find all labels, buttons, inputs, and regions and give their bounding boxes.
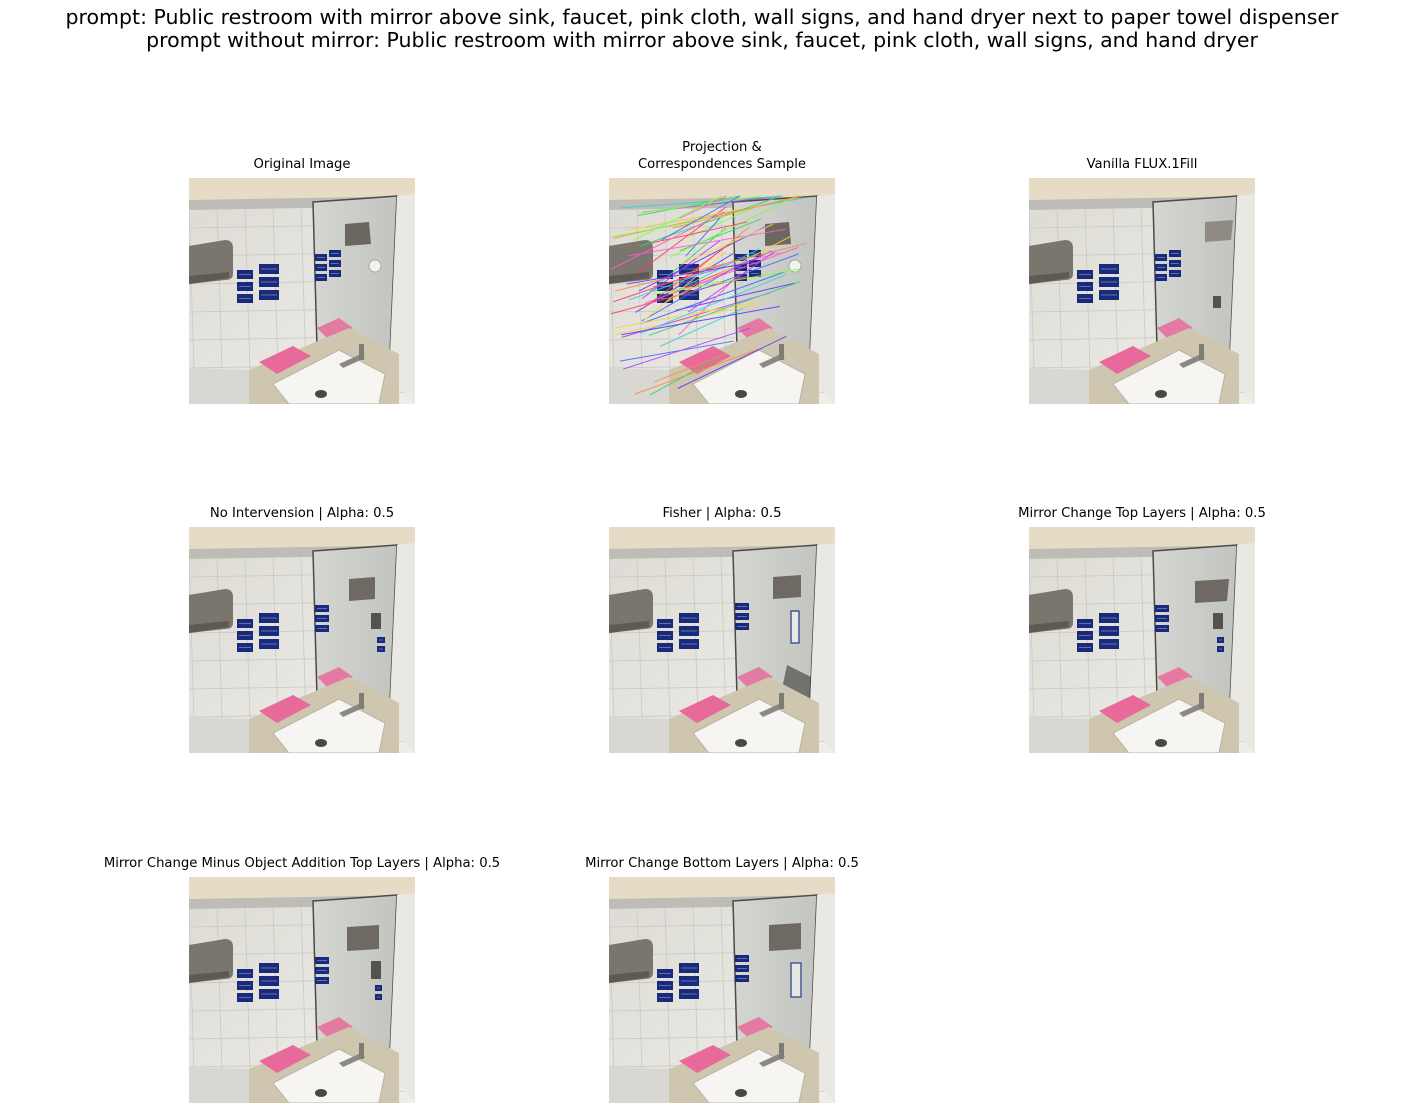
- dispenser-icon: [349, 577, 375, 601]
- drain-icon: [1155, 390, 1167, 398]
- cabinet: [189, 1067, 249, 1103]
- drain-icon: [315, 1089, 327, 1097]
- prompt-without-mirror-line: prompt without mirror: Public restroom w…: [146, 28, 1258, 52]
- dispenser-icon: [1205, 220, 1233, 242]
- restroom-photo: [189, 178, 415, 404]
- drain-icon: [735, 739, 747, 747]
- cabinet: [1029, 717, 1089, 753]
- drain-icon: [1155, 739, 1167, 747]
- cabinet: [189, 368, 249, 404]
- dispenser-icon: [773, 575, 801, 599]
- panel-title: Mirror Change Top Layers | Alpha: 0.5: [829, 505, 1404, 522]
- panel-title-line: Vanilla FLUX.1Fill: [1086, 157, 1198, 172]
- drain-icon: [735, 390, 747, 398]
- dispenser-icon: [769, 923, 801, 951]
- dispenser-icon: [1195, 579, 1229, 603]
- drain-icon: [315, 739, 327, 747]
- cabinet: [189, 717, 249, 753]
- restroom-photo: [189, 527, 415, 753]
- restroom-photo: [1029, 178, 1255, 404]
- restroom-photo: [1029, 527, 1255, 753]
- figure-title: prompt: Public restroom with mirror abov…: [0, 6, 1404, 52]
- toilet-roll-icon: [368, 259, 382, 273]
- restroom-photo: [609, 178, 835, 404]
- restroom-photo: [609, 527, 835, 753]
- panel-title-line: Projection &: [682, 140, 762, 155]
- restroom-photo: [189, 877, 415, 1103]
- dispenser-icon: [345, 222, 371, 246]
- restroom-photo: [609, 877, 835, 1103]
- cabinet: [609, 1067, 669, 1103]
- panel-title: Vanilla FLUX.1Fill: [829, 156, 1404, 173]
- drain-icon: [735, 1089, 747, 1097]
- cabinet: [1029, 368, 1089, 404]
- panel-title: Mirror Change Bottom Layers | Alpha: 0.5: [409, 855, 1035, 872]
- drain-icon: [315, 390, 327, 398]
- panel-title-line: Mirror Change Top Layers | Alpha: 0.5: [1018, 506, 1266, 521]
- prompt-line: prompt: Public restroom with mirror abov…: [65, 5, 1339, 29]
- dispenser-icon: [347, 925, 379, 951]
- panel-title-line: Mirror Change Bottom Layers | Alpha: 0.5: [585, 856, 859, 871]
- cabinet: [609, 368, 669, 404]
- cabinet: [609, 717, 669, 753]
